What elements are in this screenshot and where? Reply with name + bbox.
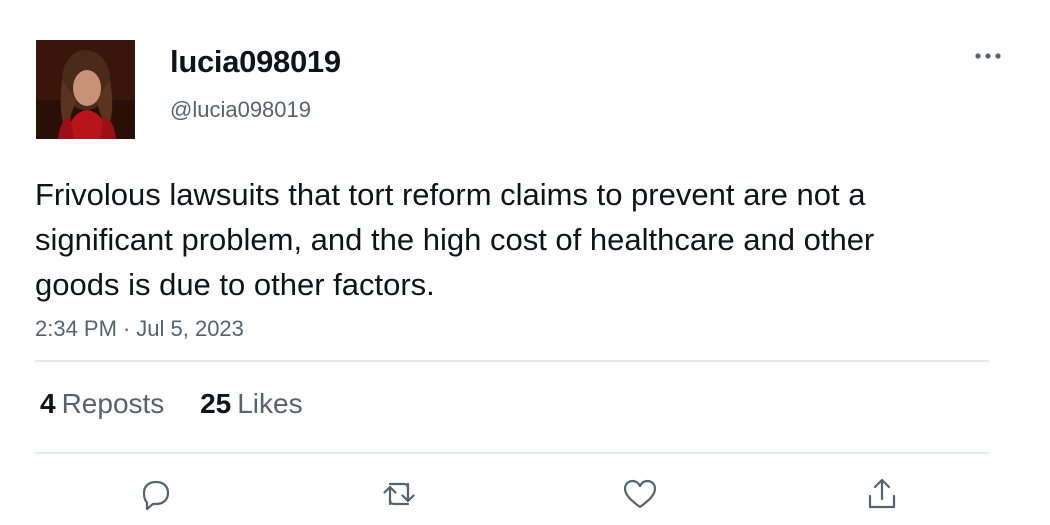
heart-icon [623, 479, 657, 509]
display-name[interactable]: lucia098019 [170, 44, 341, 80]
share-icon [868, 478, 896, 509]
post-text: Frivolous lawsuits that tort reform clai… [35, 177, 875, 302]
reposts-stat[interactable]: 4 Reposts [40, 388, 164, 420]
divider [35, 452, 989, 454]
engagement-stats: 4 Reposts 25 Likes [40, 388, 331, 420]
avatar[interactable] [36, 40, 135, 139]
reposts-count: 4 [40, 388, 56, 419]
likes-stat[interactable]: 25 Likes [200, 388, 303, 420]
like-button[interactable] [620, 474, 660, 514]
post-date: Jul 5, 2023 [136, 316, 244, 341]
repost-icon [383, 482, 415, 506]
share-button[interactable] [862, 474, 902, 514]
likes-count: 25 [200, 388, 232, 419]
user-handle[interactable]: @lucia098019 [170, 97, 311, 123]
reply-button[interactable] [136, 474, 176, 514]
reposts-label: Reposts [61, 388, 165, 419]
post-timestamp[interactable]: 2:34 PM · Jul 5, 2023 [35, 316, 244, 342]
avatar-image [36, 40, 135, 139]
repost-button[interactable] [379, 474, 419, 514]
timestamp-separator: · [122, 316, 131, 341]
post-time: 2:34 PM [35, 316, 117, 341]
reply-icon [142, 480, 170, 511]
more-horizontal-icon [975, 53, 1001, 59]
divider [35, 360, 989, 362]
post-card: lucia098019 @lucia098019 Frivolous lawsu… [0, 0, 1050, 525]
more-options-button[interactable] [968, 40, 1008, 72]
likes-label: Likes [237, 388, 303, 419]
